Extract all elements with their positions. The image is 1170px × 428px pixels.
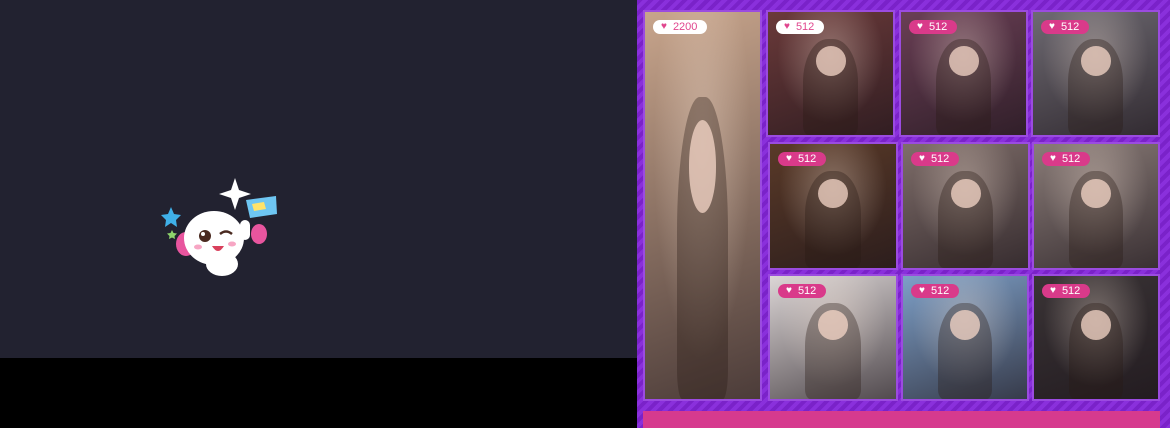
photo-tile[interactable]: ♥ 512	[1032, 274, 1160, 401]
photo-tile[interactable]: ♥ 512	[901, 142, 1030, 270]
likes-count: 512	[928, 21, 948, 33]
likes-count: 512	[1060, 21, 1080, 33]
left-pane	[0, 0, 637, 358]
heart-icon: ♥	[919, 153, 925, 164]
photo-tile[interactable]: ♥ 512	[768, 274, 898, 401]
heart-icon: ♥	[917, 21, 923, 32]
likes-count: 512	[930, 285, 950, 297]
heart-icon: ♥	[786, 153, 792, 164]
likes-badge: ♥ 512	[778, 152, 827, 166]
likes-badge: ♥ 512	[778, 284, 827, 298]
likes-count: 512	[1061, 153, 1081, 165]
likes-badge: ♥ 512	[1042, 284, 1091, 298]
heart-icon: ♥	[1050, 285, 1056, 296]
likes-badge: ♥ 512	[1041, 20, 1090, 34]
photo-tile[interactable]: ♥ 512	[899, 10, 1028, 137]
likes-badge: ♥ 512	[911, 152, 960, 166]
likes-count: 512	[1061, 285, 1081, 297]
likes-badge: ♥ 512	[909, 20, 958, 34]
likes-count: 512	[930, 153, 950, 165]
likes-count: 512	[797, 285, 817, 297]
photo-gallery-panel: ♥ 2200 ♥ 512 ♥ 512 ♥ 512 ♥ 512 ♥ 512 ♥ 512 ♥ 512	[637, 0, 1170, 428]
likes-badge: ♥ 2200	[653, 20, 708, 34]
photo-tile[interactable]: ♥ 512	[1031, 10, 1160, 137]
heart-icon: ♥	[661, 21, 667, 32]
likes-count: 512	[795, 21, 815, 33]
bottom-action-bar[interactable]	[643, 411, 1160, 428]
heart-icon: ♥	[1049, 21, 1055, 32]
photo-tile[interactable]: ♥ 512	[1032, 142, 1160, 270]
heart-icon: ♥	[784, 21, 790, 32]
winking-dog-mascot-icon	[161, 178, 277, 276]
photo-tile[interactable]: ♥ 512	[901, 274, 1029, 401]
likes-badge: ♥ 512	[911, 284, 960, 298]
likes-count: 512	[797, 153, 817, 165]
left-bottom-strip	[0, 358, 637, 428]
heart-icon: ♥	[786, 285, 792, 296]
heart-icon: ♥	[919, 285, 925, 296]
heart-icon: ♥	[1050, 153, 1056, 164]
photo-tile[interactable]: ♥ 512	[766, 10, 895, 137]
photo-tile[interactable]: ♥ 512	[768, 142, 898, 270]
likes-count: 2200	[672, 21, 698, 33]
likes-badge: ♥ 512	[1042, 152, 1091, 166]
photo-tile-featured[interactable]: ♥ 2200	[643, 10, 762, 401]
likes-badge: ♥ 512	[776, 20, 825, 34]
